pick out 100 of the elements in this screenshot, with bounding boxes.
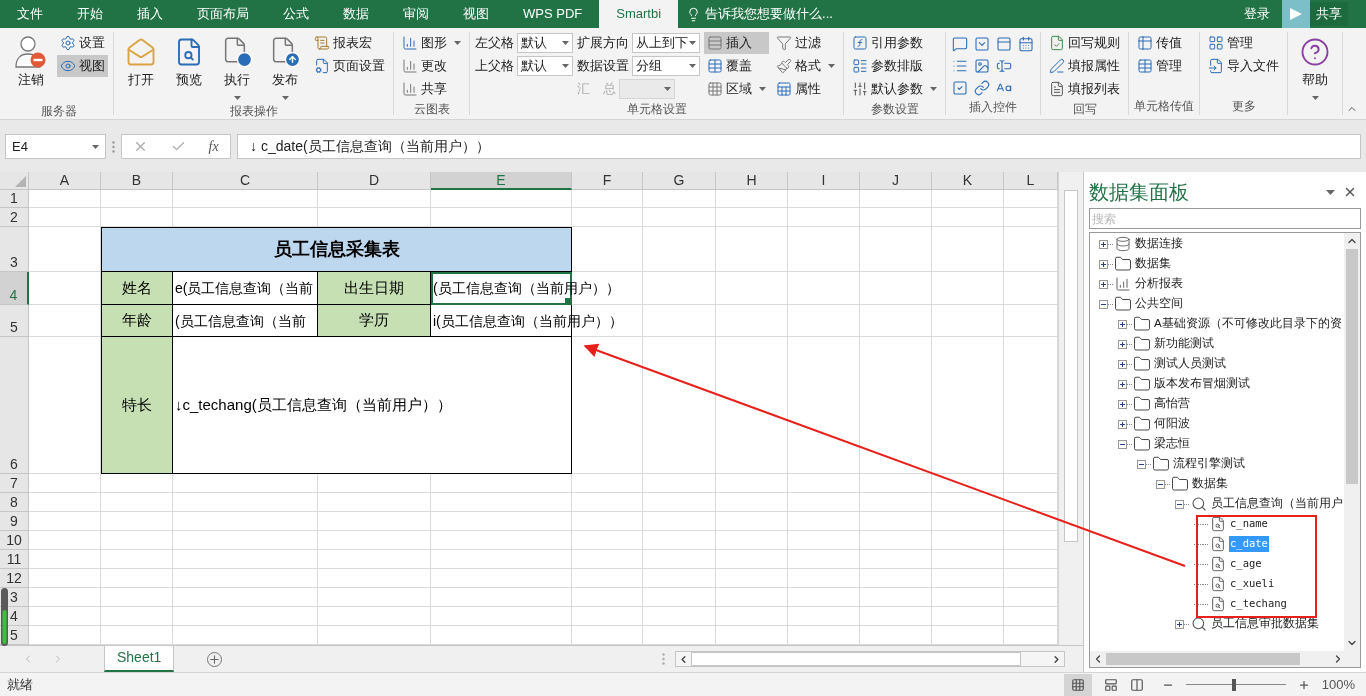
name-box[interactable]: E4 xyxy=(5,134,106,159)
ribbon-tab[interactable]: 文件 xyxy=(0,0,60,28)
column-header[interactable]: I xyxy=(788,172,860,190)
row-header[interactable]: 5 xyxy=(0,305,29,337)
ribbon-button[interactable]: 填报列表 xyxy=(1046,78,1123,100)
dropdown-field[interactable]: 分组 xyxy=(632,56,700,76)
ribbon-button[interactable]: 过滤 xyxy=(773,32,838,54)
tree-item[interactable]: 新功能测试 xyxy=(1153,335,1215,353)
column-header[interactable]: K xyxy=(932,172,1004,190)
expand-toggle[interactable] xyxy=(1118,359,1127,369)
expand-toggle[interactable] xyxy=(1099,279,1108,289)
tree-item[interactable]: 公共空间 xyxy=(1134,295,1184,313)
speech-bubble-icon[interactable] xyxy=(951,34,969,54)
row-header[interactable]: 9 xyxy=(0,512,29,531)
expand-toggle[interactable] xyxy=(1118,399,1127,409)
ribbon-tab[interactable]: 页面布局 xyxy=(180,0,266,28)
ribbon-button[interactable]: 更改 xyxy=(399,55,464,77)
link-icon[interactable] xyxy=(973,78,991,98)
tree-item[interactable]: c_techang xyxy=(1229,596,1288,612)
column-header[interactable]: L xyxy=(1004,172,1058,190)
tree-item[interactable]: 何阳波 xyxy=(1153,415,1191,433)
collapse-toggle[interactable] xyxy=(1156,479,1165,489)
column-header[interactable]: B xyxy=(101,172,173,190)
dropdown-icon[interactable] xyxy=(1326,189,1335,195)
slider-thumb[interactable] xyxy=(1231,678,1236,691)
tree-item[interactable]: c_age xyxy=(1229,556,1263,572)
row-header[interactable]: 1 xyxy=(0,190,29,208)
horizontal-scrollbar[interactable] xyxy=(1090,651,1360,667)
ribbon-tab[interactable]: 开始 xyxy=(60,0,120,28)
arrow-tile-icon[interactable] xyxy=(1282,0,1310,28)
ribbon-button[interactable]: 管理 xyxy=(1134,55,1185,77)
ribbon-button[interactable]: 属性 xyxy=(773,78,838,100)
image-icon[interactable] xyxy=(973,56,991,76)
row-header[interactable]: 2 xyxy=(0,208,29,227)
ribbon-button[interactable]: 页面设置 xyxy=(311,55,388,77)
tree-item[interactable]: c_name xyxy=(1229,516,1269,532)
ribbon-button[interactable]: 设置 xyxy=(57,32,108,54)
ribbon-button[interactable]: 共享 xyxy=(399,78,464,100)
row-header[interactable]: 10 xyxy=(0,531,29,550)
tree-item[interactable]: c_xueli xyxy=(1229,576,1276,592)
tree-item[interactable]: 数据连接 xyxy=(1134,235,1184,253)
ribbon-button[interactable]: 填报属性 xyxy=(1046,55,1123,77)
tree-item[interactable]: 版本发布冒烟测试 xyxy=(1153,375,1251,393)
tree-item[interactable]: 数据集 xyxy=(1134,255,1172,273)
ribbon-tab[interactable]: 插入 xyxy=(120,0,180,28)
tree-item[interactable]: 梁志恒 xyxy=(1153,435,1191,453)
ribbon-button[interactable]: 插入 xyxy=(704,32,769,54)
dropdown-field[interactable]: 默认 xyxy=(517,33,573,53)
tree-item[interactable]: 员工信息查询（当前用户 xyxy=(1210,495,1344,513)
table-cell[interactable]: ↓c_techang(员工信息查询（当前用户）） xyxy=(173,337,572,474)
ribbon-tab[interactable]: 公式 xyxy=(266,0,326,28)
ribbon-tab[interactable]: WPS PDF xyxy=(506,0,600,28)
ribbon-button[interactable]: 导入文件 xyxy=(1205,55,1282,77)
ribbon-button[interactable]: 参数排版 xyxy=(849,55,940,77)
calendar-icon[interactable] xyxy=(1017,34,1035,54)
ribbon-button[interactable]: 图形 xyxy=(399,32,464,54)
zoom-slider[interactable] xyxy=(1185,678,1286,691)
zoom-level[interactable]: 100% xyxy=(1321,674,1355,695)
search-field[interactable]: 搜索 xyxy=(1089,208,1361,229)
vertical-scrollbar[interactable] xyxy=(1064,190,1078,542)
ribbon-button[interactable]: 默认参数 xyxy=(849,78,940,100)
ribbon-button[interactable]: 覆盖 xyxy=(704,55,769,77)
tree-item[interactable]: 员工信息审批数据集 xyxy=(1210,615,1320,633)
ribbon-button[interactable]: 格式 xyxy=(773,55,838,77)
insert-function-button[interactable]: fx xyxy=(208,136,219,157)
close-icon[interactable] xyxy=(1343,185,1357,199)
column-header[interactable]: D xyxy=(318,172,431,190)
dropdown-field[interactable]: 从上到下 xyxy=(632,33,700,53)
ribbon-button[interactable]: 报表宏 xyxy=(311,32,388,54)
column-header[interactable]: H xyxy=(716,172,788,190)
row-header[interactable]: 6 xyxy=(0,337,29,474)
ribbon-button[interactable]: 引用参数 xyxy=(849,32,940,54)
ribbon-button[interactable]: 预览 xyxy=(167,32,211,102)
tree-item[interactable]: 流程引擎测试 xyxy=(1172,455,1246,473)
expand-toggle[interactable] xyxy=(1175,619,1184,629)
dropdown-icon[interactable] xyxy=(973,34,991,54)
column-header[interactable]: J xyxy=(860,172,932,190)
collapse-toggle[interactable] xyxy=(1118,439,1127,449)
sheet-tab[interactable]: Sheet1 xyxy=(104,645,175,672)
tree-item[interactable]: A基础资源（不可修改此目录下的资 xyxy=(1153,315,1343,333)
ribbon-tab[interactable]: Smartbi xyxy=(599,0,679,28)
ribbon-button[interactable]: 区域 xyxy=(704,78,769,100)
ribbon-button[interactable]: 视图 xyxy=(57,55,108,77)
expand-toggle[interactable] xyxy=(1099,259,1108,269)
panel-icon[interactable] xyxy=(995,34,1013,54)
column-header[interactable]: A xyxy=(29,172,101,190)
column-header[interactable]: E xyxy=(431,172,572,190)
row-header[interactable]: 11 xyxy=(0,550,29,569)
column-header[interactable]: C xyxy=(173,172,318,190)
ribbon-button[interactable]: 发布 xyxy=(263,32,307,102)
ribbon-button[interactable]: 打开 xyxy=(119,32,163,102)
ribbon-tab[interactable]: 视图 xyxy=(446,0,506,28)
collapse-toggle[interactable] xyxy=(1137,459,1146,469)
ribbon-button[interactable]: 传值 xyxy=(1134,32,1185,54)
collapse-toggle[interactable] xyxy=(1099,299,1108,309)
normal-view-icon[interactable] xyxy=(1063,673,1092,696)
row-header[interactable]: 4 xyxy=(0,272,29,305)
row-header[interactable]: 12 xyxy=(0,569,29,588)
zoom-in-icon[interactable] xyxy=(1297,678,1310,691)
page-layout-icon[interactable] xyxy=(1103,677,1118,692)
